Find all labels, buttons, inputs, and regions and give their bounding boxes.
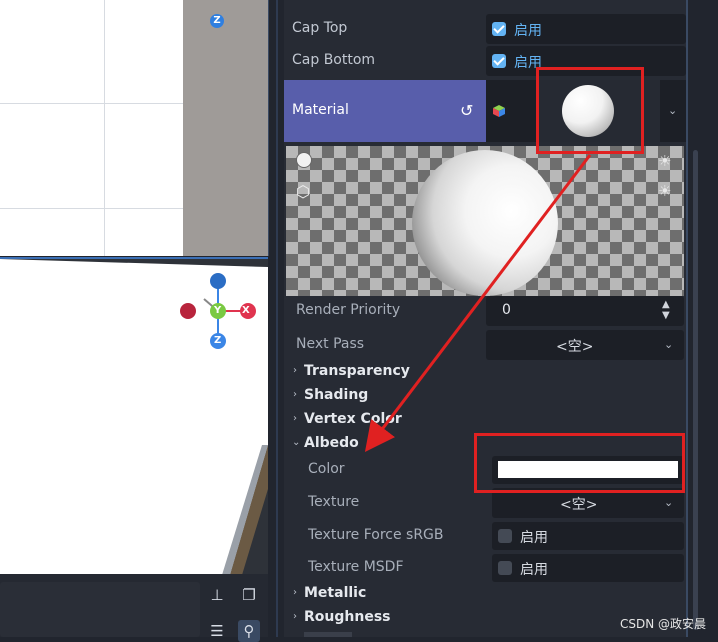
- watermark: CSDN @政安晨: [620, 617, 707, 631]
- annotation-arrow: [364, 154, 592, 452]
